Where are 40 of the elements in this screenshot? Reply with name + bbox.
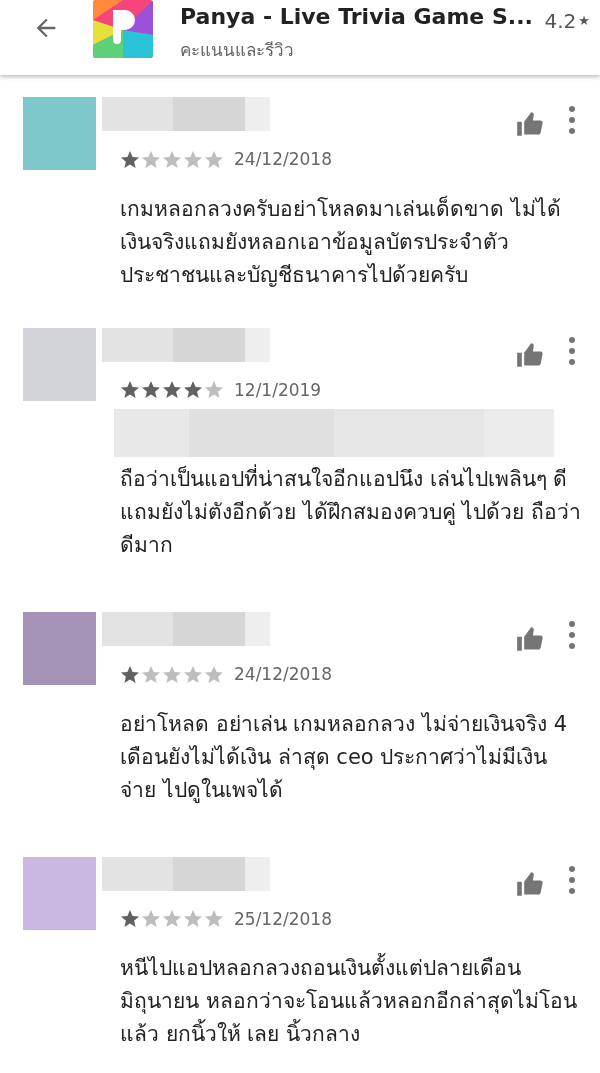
- star-icon: [162, 149, 182, 170]
- app-title: Panya - Live Trivia Game S...: [180, 3, 533, 31]
- more-options-icon[interactable]: [568, 105, 576, 135]
- review-text: อย่าโหลด อย่าเล่น เกมหลอกลวง ไม่จ่ายเงินจริง 4 เดือนยังไม่ได้เงิน ล่าสุด ceo ประกาศว่าไม่มีเงินจ่าย ไปดูในเพจได้: [120, 710, 569, 805]
- rating-value: 4.2: [544, 8, 577, 35]
- star-icon: [141, 380, 161, 401]
- review-text: ถือว่าเป็นแอปที่น่าสนใจอีกแอปนึง เล่นไปเพลินๆ ดี แถมยังไม่ตังอีกด้วย ได้ฝึกสมองควบคู่ ไปด้วย ถือว่าดีมาก: [120, 463, 582, 562]
- thumbs-up-icon[interactable]: [516, 870, 544, 897]
- star-icon: [183, 380, 203, 401]
- review-text: หนีไปแอปหลอกลวงถอนเงินตั้งแต่ปลายเดือน มิถุนายน หลอกว่าจะโอนแล้วหลอกอีกล่าสุดไม่โอนแล้ว ยกนิ้วให้ เลย นิ้วกลาง: [120, 952, 582, 1051]
- star-icon: [141, 909, 161, 930]
- star-icon: [204, 149, 224, 170]
- star-icon: [183, 664, 203, 685]
- star-icon: [162, 909, 182, 930]
- thumbs-up-icon[interactable]: [516, 111, 544, 137]
- star-icon: [204, 664, 224, 685]
- more-options-icon[interactable]: [568, 864, 576, 895]
- star-icon: [183, 149, 203, 170]
- review-text: เกมหลอกลวงครับอย่าโหลดมาเล่นเด็ดขาด ไม่ได้เงินจริงแถมยังหลอกเอาข้อมูลบัตรประจำตัวประชาชนและบัญชีธนาคารไปด้วยครับ: [120, 194, 562, 289]
- review-date: 24/12/2018: [234, 663, 332, 686]
- thumbs-up-icon[interactable]: [516, 341, 544, 368]
- star-icon: [162, 380, 182, 401]
- star-icon: [120, 380, 140, 401]
- star-icon: [204, 380, 224, 401]
- review-date: 25/12/2018: [234, 907, 332, 931]
- star-icon: [141, 149, 161, 170]
- star-icon: [120, 909, 140, 930]
- star-icon: [120, 149, 140, 170]
- review-date: 24/12/2018: [234, 148, 332, 171]
- page-subtitle: คะแนนและรีวิว: [180, 39, 295, 62]
- star-icon: ★: [578, 11, 590, 31]
- more-options-icon[interactable]: [568, 335, 576, 366]
- thumbs-up-icon[interactable]: [516, 626, 544, 652]
- star-icon: [204, 909, 224, 930]
- star-icon: [141, 664, 161, 685]
- review-date: 12/1/2019: [234, 378, 322, 402]
- star-icon: [162, 664, 182, 685]
- star-icon: [183, 909, 203, 930]
- star-icon: [120, 664, 140, 685]
- more-options-icon[interactable]: [568, 620, 576, 650]
